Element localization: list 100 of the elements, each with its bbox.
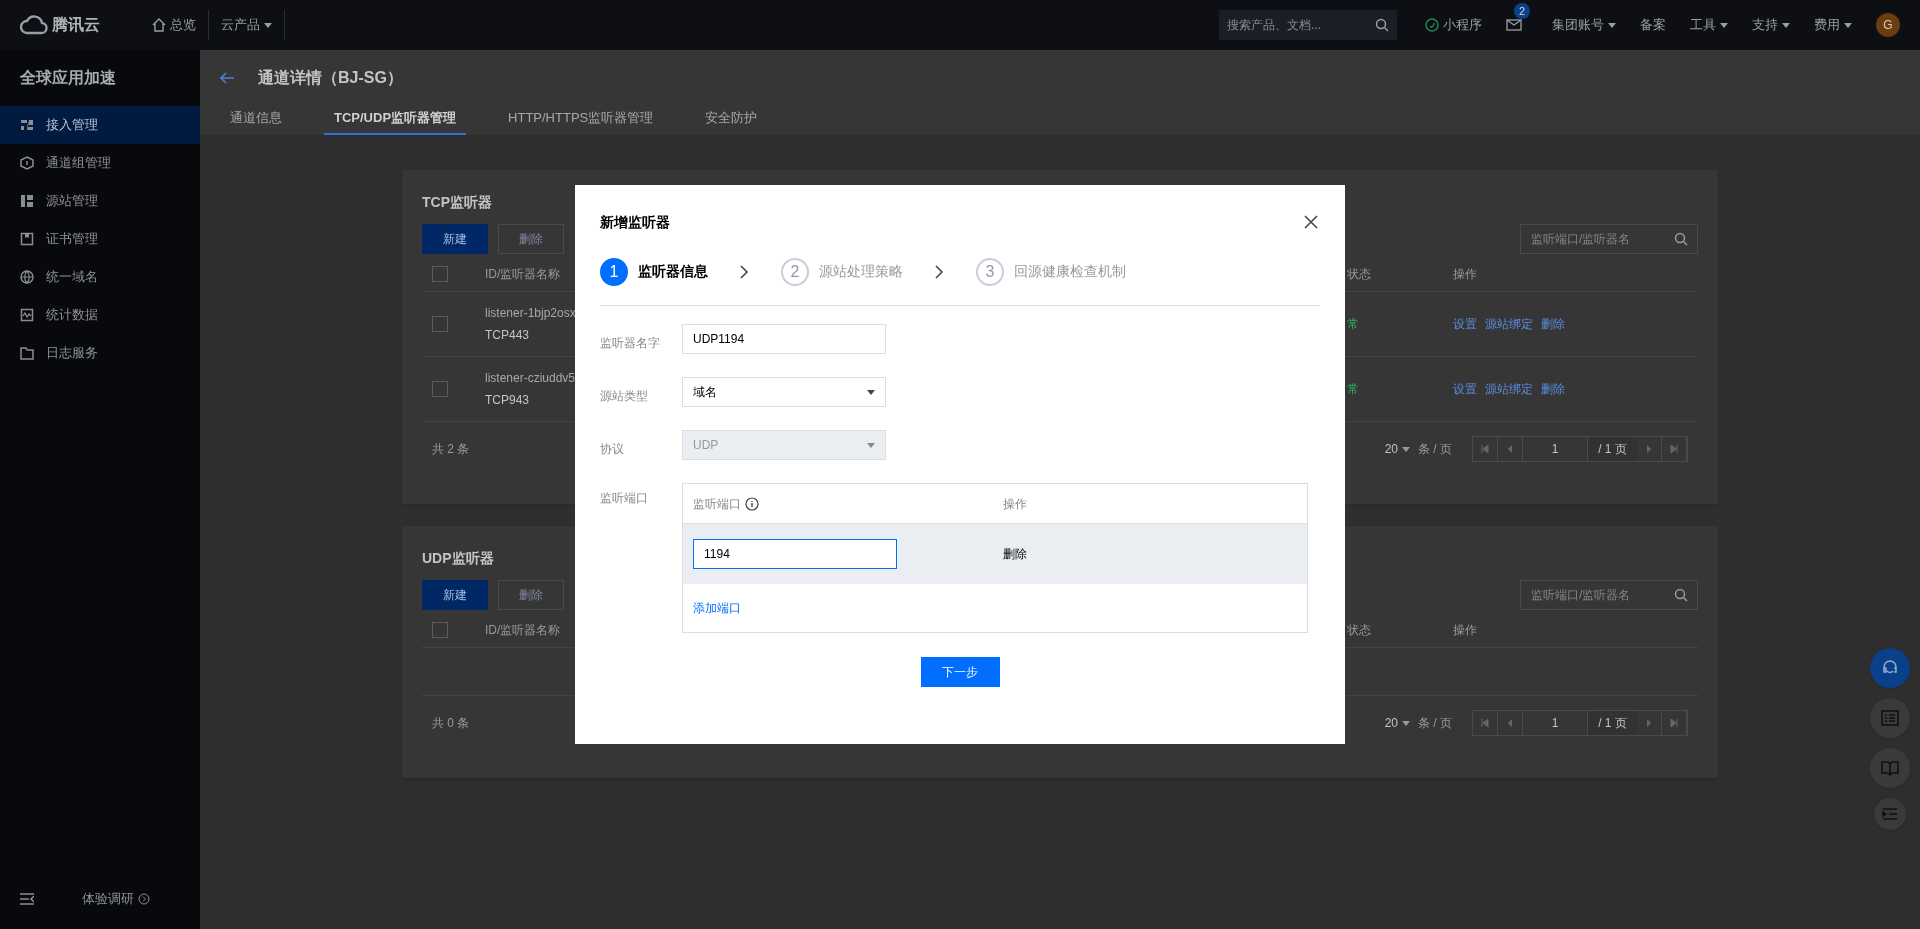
per-page-label: 条 / 页	[1418, 715, 1452, 732]
checkbox[interactable]	[432, 621, 448, 638]
bookmark-icon	[20, 232, 34, 246]
top-menu-item[interactable]: 备案	[1628, 10, 1678, 40]
arrow-left-icon	[220, 72, 234, 84]
chevron-circle-icon	[138, 893, 150, 905]
port-input[interactable]: 1194	[693, 539, 897, 569]
floating-button[interactable]	[1870, 648, 1910, 688]
step-label: 监听器信息	[638, 262, 708, 281]
nav-item[interactable]: 总览	[140, 10, 209, 40]
page-input[interactable]: 1	[1523, 437, 1587, 461]
sidebar-item[interactable]: 通道组管理	[0, 144, 200, 182]
column-header: 操作	[1453, 266, 1477, 281]
back-button[interactable]	[220, 72, 234, 84]
blocks-icon	[20, 118, 34, 132]
page-input[interactable]: 1	[1523, 711, 1587, 735]
status-text: 常	[1347, 382, 1359, 396]
top-menu-item[interactable]: 小程序	[1413, 10, 1494, 40]
checkbox[interactable]	[432, 316, 448, 332]
listener-name: TCP943	[485, 392, 530, 409]
sidebar-title: 全球应用加速	[20, 68, 116, 88]
unread-badge: 2	[1514, 3, 1530, 19]
listener-id: listener-1bjp2osx	[485, 305, 576, 322]
search-field[interactable]: 监听端口/监听器名	[1520, 580, 1698, 610]
sidebar-item[interactable]: 统一域名	[0, 258, 200, 296]
tab[interactable]: 安全防护	[695, 103, 768, 135]
folder-icon	[20, 346, 34, 360]
chevron-right-icon	[740, 264, 749, 279]
user-avatar[interactable]: G	[1876, 13, 1900, 37]
caret-icon	[867, 442, 875, 448]
book-icon	[1880, 758, 1900, 778]
globe-icon	[20, 270, 34, 284]
page-size-select[interactable]: 20	[1384, 440, 1410, 458]
next-page-icon	[1645, 445, 1653, 453]
column-header: 监听端口	[693, 495, 741, 513]
search-icon	[1674, 588, 1688, 602]
action-link[interactable]: 源站绑定	[1485, 380, 1533, 398]
top-menu-item[interactable]: 支持	[1740, 10, 1802, 40]
delete-link[interactable]: 删除	[1003, 545, 1027, 563]
search-field[interactable]: 搜索产品、文档...	[1219, 10, 1397, 40]
action-link[interactable]: 源站绑定	[1485, 315, 1533, 333]
search-field[interactable]: 监听端口/监听器名	[1520, 224, 1698, 254]
first-page-icon	[1481, 719, 1489, 727]
dialog-title: 新增监听器	[600, 212, 670, 232]
sidebar-item[interactable]: 接入管理	[0, 106, 200, 144]
add-port-link[interactable]: 添加端口	[693, 599, 741, 617]
home-icon	[152, 18, 166, 32]
delete-button[interactable]: 删除	[498, 224, 564, 254]
mini-program-icon	[1425, 18, 1439, 32]
caret-icon	[867, 389, 875, 395]
caret-icon	[1720, 22, 1728, 28]
chevron-right-icon	[935, 264, 944, 279]
tab[interactable]: 通道信息	[220, 103, 292, 135]
search-icon	[1674, 232, 1688, 246]
sidebar-item[interactable]: 统计数据	[0, 296, 200, 334]
status-text: 常	[1347, 317, 1359, 331]
sidebar-item[interactable]: 源站管理	[0, 182, 200, 220]
action-link[interactable]: 删除	[1541, 315, 1565, 333]
nav-item[interactable]: 云产品	[209, 10, 285, 40]
caret-icon	[1844, 22, 1852, 28]
top-menu-item[interactable]: 费用	[1802, 10, 1864, 40]
step-label: 源站处理策略	[819, 262, 903, 281]
checkbox[interactable]	[432, 381, 448, 397]
total-count: 共 0 条	[432, 715, 470, 732]
action-link[interactable]: 设置	[1453, 380, 1477, 398]
listener-name: TCP443	[485, 327, 530, 344]
create-button[interactable]: 新建	[422, 224, 488, 254]
action-link[interactable]: 设置	[1453, 315, 1477, 333]
sidebar-item[interactable]: 证书管理	[0, 220, 200, 258]
select-field[interactable]: 域名	[682, 377, 886, 407]
total-count: 共 2 条	[432, 441, 470, 458]
next-button[interactable]: 下一步	[920, 657, 1000, 687]
tab[interactable]: TCP/UDP监听器管理	[324, 103, 467, 135]
mail-button[interactable]: 2	[1494, 3, 1540, 47]
tab[interactable]: HTTP/HTTPS监听器管理	[498, 103, 664, 135]
caret-icon	[1608, 22, 1616, 28]
survey-link[interactable]: 体验调研	[82, 889, 150, 909]
input-field[interactable]: UDP1194	[682, 324, 886, 354]
checkbox[interactable]	[432, 265, 448, 282]
panel-title: TCP监听器	[422, 193, 492, 212]
step-number: 1	[600, 257, 628, 286]
grid-icon	[20, 194, 34, 208]
column-header: 操作	[1453, 622, 1477, 637]
create-button[interactable]: 新建	[422, 580, 488, 610]
action-link[interactable]: 删除	[1541, 380, 1565, 398]
step-label: 回源健康检查机制	[1014, 262, 1126, 281]
close-button[interactable]	[1304, 215, 1318, 229]
panel-title: UDP监听器	[422, 549, 494, 568]
caret-icon	[1402, 720, 1410, 726]
top-menu-item[interactable]: 集团账号	[1540, 10, 1628, 40]
cloud-logo-icon	[20, 15, 48, 35]
column-header: ID/监听器名称	[485, 266, 561, 281]
delete-button[interactable]: 删除	[498, 580, 564, 610]
caret-icon	[1402, 446, 1410, 452]
sidebar-item[interactable]: 日志服务	[0, 334, 200, 372]
top-menu-item[interactable]: 工具	[1678, 10, 1740, 40]
step-number: 2	[781, 257, 809, 286]
page-size-select[interactable]: 20	[1384, 714, 1410, 732]
brand-name: 腾讯云	[52, 15, 100, 35]
list-icon	[1880, 708, 1900, 728]
